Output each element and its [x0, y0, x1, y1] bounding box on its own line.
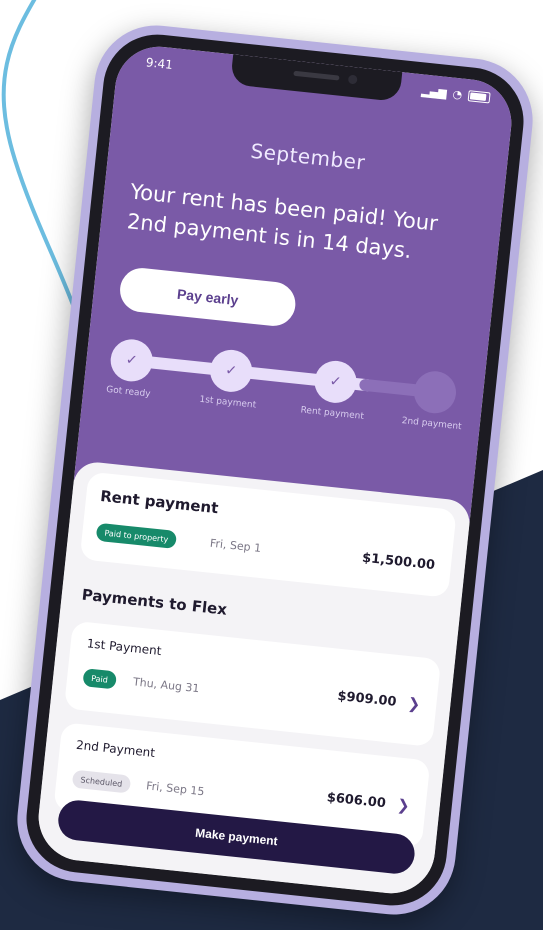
status-headline: Your rent has been paid! Your 2nd paymen… — [125, 179, 439, 263]
payment-date: Fri, Sep 15 — [145, 779, 205, 799]
status-time: 9:41 — [145, 55, 174, 73]
payment-date: Thu, Aug 31 — [132, 675, 201, 696]
speaker — [293, 70, 340, 81]
status-badge: Paid — [82, 668, 117, 690]
payment-title: 1st Payment — [86, 636, 163, 659]
status-icons: ▂▄▆ ◔ — [421, 84, 491, 104]
step-2nd-payment — [411, 369, 459, 416]
payments-panel: Rent payment Paid to property Fri, Sep 1… — [34, 460, 472, 898]
payment-amount: $606.00 — [326, 790, 387, 812]
hero-panel: 9:41 ▂▄▆ ◔ September Your rent has been … — [73, 42, 516, 522]
payment-amount: $909.00 — [336, 688, 398, 710]
payment-title: 2nd Payment — [75, 737, 156, 760]
pay-early-button[interactable]: Pay early — [117, 265, 298, 329]
rent-payment-title: Rent payment — [99, 486, 220, 518]
step-label: 1st payment — [198, 394, 257, 411]
battery-icon — [467, 90, 491, 104]
check-icon: ✓ — [328, 373, 343, 391]
step-1st-payment: ✓ — [208, 347, 255, 394]
phone-screen: 9:41 ▂▄▆ ◔ September Your rent has been … — [34, 42, 516, 898]
step-label: 2nd payment — [401, 416, 463, 433]
flex-payments-title: Payments to Flex — [80, 585, 228, 619]
check-icon: ✓ — [224, 362, 238, 380]
step-label: Got ready — [105, 384, 151, 400]
chevron-right-icon: ❯ — [406, 694, 422, 714]
phone-mockup: 9:41 ▂▄▆ ◔ September Your rent has been … — [11, 19, 539, 921]
step-rent-payment: ✓ — [312, 358, 359, 405]
wifi-icon: ◔ — [451, 87, 463, 102]
step-got-ready: ✓ — [108, 337, 155, 384]
step-label: Rent payment — [300, 405, 365, 422]
payment-amount: $1,500.00 — [361, 550, 436, 574]
chevron-right-icon: ❯ — [396, 795, 411, 815]
camera — [347, 74, 358, 85]
check-icon: ✓ — [124, 351, 139, 369]
progress-tracker: ✓ ✓ ✓ Got ready 1st payment Rent payment… — [105, 337, 465, 454]
status-badge: Scheduled — [71, 769, 132, 794]
payment-date: Fri, Sep 1 — [209, 536, 262, 555]
status-badge: Paid to property — [95, 522, 178, 550]
signal-icon: ▂▄▆ — [420, 84, 448, 100]
